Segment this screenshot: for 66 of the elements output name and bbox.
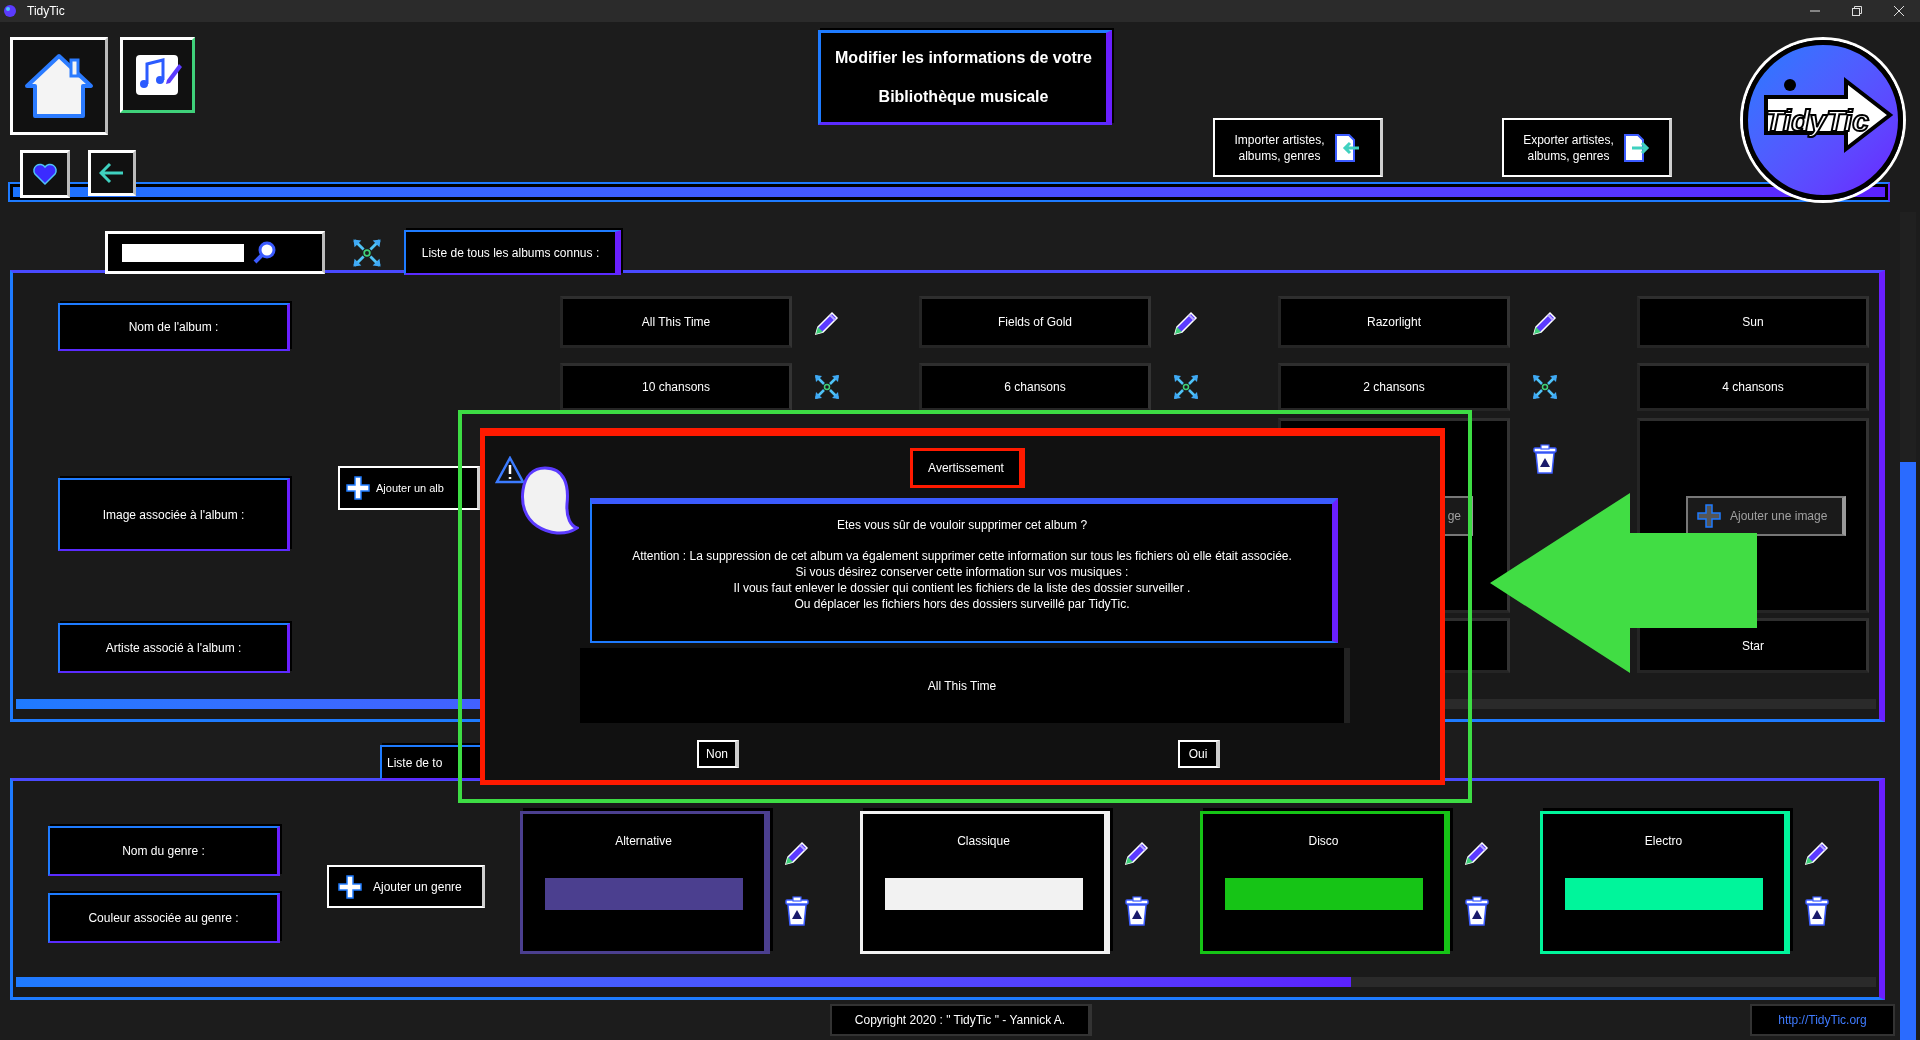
field-label: Couleur associée au genre : [48, 893, 280, 943]
search-icon[interactable] [252, 239, 278, 266]
song-count: 2 chansons [1278, 363, 1510, 411]
favorites-button[interactable] [20, 150, 70, 198]
field-label: Image associée à l'album : [58, 478, 290, 551]
field-label: Nom du genre : [48, 826, 280, 876]
website-link[interactable]: http://TidyTic.org [1750, 1004, 1895, 1036]
heart-icon [32, 162, 58, 186]
restore-icon[interactable] [1851, 5, 1863, 17]
back-button[interactable] [88, 150, 136, 196]
title-text: Bibliothèque musicale [878, 86, 1049, 107]
file-import-icon [1332, 132, 1361, 163]
back-arrow-icon [99, 162, 125, 184]
plus-icon [1696, 502, 1722, 529]
genre-name: Alternative [615, 833, 672, 850]
album-to-delete: All This Time [580, 648, 1350, 723]
export-button[interactable]: Exporter artistes, albums, genres [1502, 118, 1672, 177]
title-text: Modifier les informations de votre [835, 48, 1092, 69]
trash-icon[interactable] [1531, 443, 1559, 475]
genre-name: Classique [957, 833, 1010, 850]
file-export-icon [1621, 132, 1650, 163]
field-label: Artiste associé à l'album : [58, 623, 290, 673]
song-count: 4 chansons [1637, 363, 1869, 411]
album-artist: Star [1637, 618, 1869, 673]
trash-icon[interactable] [783, 895, 811, 927]
vertical-scrollbar[interactable] [1900, 212, 1916, 1040]
album-name: Razorlight [1278, 296, 1510, 348]
import-button[interactable]: Importer artistes, albums, genres [1213, 118, 1383, 177]
albums-list-tab[interactable]: Liste de tous les albums connus : [404, 230, 621, 275]
copyright-text: Copyright 2020 : " TidyTic " - Yannick A. [830, 1004, 1092, 1036]
trash-icon[interactable] [1803, 895, 1831, 927]
search-field[interactable] [122, 243, 244, 262]
expand-icon[interactable] [1171, 372, 1201, 402]
yes-button[interactable]: Oui [1178, 740, 1220, 768]
album-name: Sun [1637, 296, 1869, 348]
field-label: Nom de l'album : [58, 303, 290, 351]
horizontal-scrollbar[interactable] [16, 977, 1876, 987]
song-count: 6 chansons [919, 363, 1151, 411]
warning-icon [495, 456, 525, 484]
album-name: All This Time [560, 296, 792, 348]
song-count: 10 chansons [560, 363, 792, 411]
genre-name: Disco [1308, 833, 1339, 850]
album-name: Fields of Gold [919, 296, 1151, 348]
no-button[interactable]: Non [697, 740, 739, 768]
home-button[interactable] [10, 37, 108, 135]
plus-icon [337, 873, 363, 900]
add-image-button[interactable]: Ajouter une image [1686, 495, 1846, 536]
music-edit-button[interactable] [120, 37, 195, 113]
genre-name: Electro [1644, 833, 1683, 850]
question-text: Etes vous sûr de vouloir supprimer cet album ? [836, 517, 1088, 534]
add-genre-button[interactable]: Ajouter un genre [327, 865, 485, 908]
dialog-title: Avertissement [910, 448, 1025, 488]
add-album-button[interactable]: Ajouter un alb [338, 466, 480, 510]
app-icon [3, 4, 17, 18]
trash-icon[interactable] [1123, 895, 1151, 927]
genre-card[interactable]: Electro [1540, 811, 1790, 954]
genre-card[interactable]: Disco [1200, 811, 1450, 954]
genre-card[interactable]: Classique [860, 811, 1110, 954]
genre-card[interactable]: Alternative [520, 811, 770, 954]
window-title: TidyTic [27, 3, 65, 20]
warning-message: Attention : La suppression de cet album va également supprimer cette information sur tous les fichiers où elle était associée. Si vous désirez conserver cette information sur vos musiques : Il vous faut enlever le dossier qui contient les fichiers de la liste des dossier surveiller . Ou déplacer les fichiers hors des dossiers surveillé par TidyTic. [632, 548, 1292, 612]
trash-icon[interactable] [1463, 895, 1491, 927]
close-icon[interactable] [1893, 5, 1905, 17]
expand-icon[interactable] [812, 372, 842, 402]
plus-icon [345, 475, 371, 501]
expand-icon[interactable] [1530, 372, 1560, 402]
